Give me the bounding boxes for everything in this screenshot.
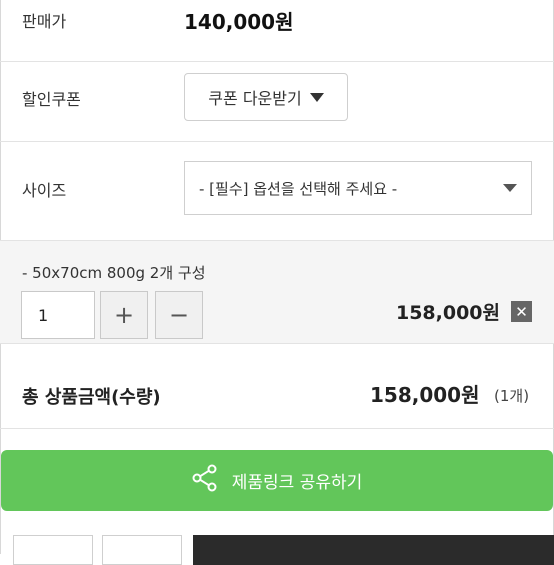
price-label: 판매가: [22, 12, 67, 31]
buy-now-button[interactable]: [193, 535, 554, 565]
plus-icon: +: [113, 301, 135, 329]
divider: [0, 141, 554, 142]
share-link-label: 제품링크 공유하기: [231, 473, 363, 493]
divider: [0, 428, 554, 429]
quantity-minus-button[interactable]: −: [155, 291, 203, 339]
option-name: - 50x70cm 800g 2개 구성: [22, 264, 206, 282]
coupon-download-label: 쿠폰 다운받기: [208, 89, 302, 108]
size-label: 사이즈: [22, 181, 67, 200]
quantity-input[interactable]: 1: [21, 291, 95, 339]
bottom-button-2[interactable]: [102, 535, 182, 565]
total-price: 158,000원: [370, 383, 480, 407]
share-icon: [192, 464, 218, 497]
remove-option-button[interactable]: ✕: [511, 301, 532, 322]
divider: [0, 343, 554, 344]
quantity-plus-button[interactable]: +: [100, 291, 148, 339]
total-count: (1개): [494, 387, 530, 405]
option-price: 158,000원: [395, 302, 500, 324]
coupon-label: 할인쿠폰: [22, 90, 81, 109]
bottom-button-1[interactable]: [13, 535, 93, 565]
size-select-value: - [필수] 옵션을 선택해 주세요 -: [199, 179, 398, 198]
triangle-down-icon: [309, 92, 324, 102]
share-link-button[interactable]: 제품링크 공유하기: [1, 450, 553, 511]
divider: [0, 61, 554, 62]
size-select[interactable]: - [필수] 옵션을 선택해 주세요 -: [184, 161, 532, 215]
minus-icon: −: [168, 301, 190, 329]
coupon-download-button[interactable]: 쿠폰 다운받기: [184, 73, 348, 121]
price-value: 140,000원: [184, 10, 294, 34]
total-label: 총 상품금액(수량): [22, 387, 161, 408]
triangle-down-icon: [503, 184, 517, 192]
close-icon: ✕: [515, 302, 528, 321]
